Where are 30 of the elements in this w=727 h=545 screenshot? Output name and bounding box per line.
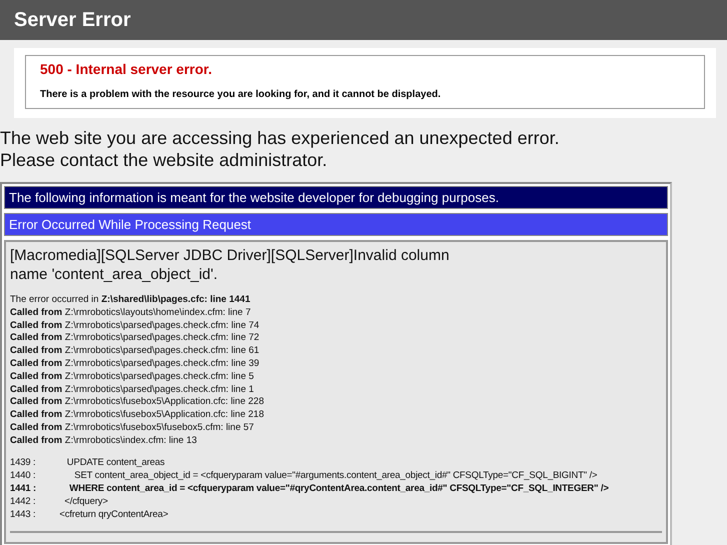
- stack-trace-line: Called from Z:\rmrobotics\parsed\pages.check.cfm: line 72: [10, 332, 260, 346]
- debug-title: Error Occurred While Processing Request: [4, 213, 668, 236]
- stack-trace-line: Called from Z:\rmrobotics\index.cfm: line 13: [10, 434, 198, 448]
- stack-trace-line: Called from Z:\rmrobotics\layouts\home\index.cfm: line 7: [10, 306, 252, 320]
- stack-trace-line: Called from Z:\rmrobotics\fusebox5\Application.cfc: line 218: [10, 409, 265, 422]
- line-number: 1443 :: [10, 508, 37, 521]
- line-number: 1441 :: [10, 482, 38, 495]
- error-message: There is a problem with the resource you are looking for, and it cannot be displayed.: [40, 89, 442, 100]
- stack-trace-line: Called from Z:\rmrobotics\parsed\pages.check.cfm: line 5: [10, 370, 255, 384]
- code-line: </cfquery>: [63, 494, 108, 508]
- stack-trace-line: Called from Z:\rmrobotics\parsed\pages.check.cfm: line 39: [10, 358, 260, 371]
- line-number: 1440 :: [10, 468, 37, 482]
- line-number: 1439 :: [10, 456, 37, 469]
- error-heading: 500 - Internal server error.: [40, 61, 213, 77]
- stack-trace-line: The error occurred in Z:\shared\lib\pages.cfc: line 1441: [10, 294, 252, 307]
- stack-trace-line: Called from Z:\rmrobotics\fusebox5\fusebox5.cfm: line 57: [10, 422, 255, 435]
- debug-notice: The following information is meant for the website developer for debugging purposes.: [4, 186, 668, 209]
- stack-trace-line: Called from Z:\rmrobotics\parsed\pages.check.cfm: line 74: [10, 320, 260, 332]
- code-line: UPDATE content_areas: [66, 456, 165, 469]
- code-line: WHERE content_area_id = <cfqueryparam value="#qryContentArea.content_area_id#" CFSQLType="CF_SQL_INTEGER" />: [68, 482, 609, 495]
- code-line: SET content_area_object_id = <cfqueryparam value="#arguments.content_area_object_id#" CFSQLType="CF_SQL_BIGINT" />: [73, 468, 598, 482]
- code-line: <cfreturn qryContentArea>: [58, 508, 168, 521]
- intro-text: Please contact the website administrator.: [0, 149, 328, 171]
- stack-trace-line: Called from Z:\rmrobotics\parsed\pages.check.cfm: line 1: [10, 384, 255, 396]
- intro-text: The web site you are accessing has experienced an unexpected error.: [0, 127, 560, 149]
- stack-trace-line: Called from Z:\rmrobotics\parsed\pages.check.cfm: line 61: [10, 345, 260, 358]
- page-title: Server Error: [14, 8, 131, 32]
- line-number: 1442 :: [10, 494, 37, 508]
- exception-message: [Macromedia][SQLServer JDBC Driver][SQLServer]Invalid column name 'content_area_object_id'.: [10, 246, 450, 284]
- stack-trace-line: Called from Z:\rmrobotics\fusebox5\Application.cfc: line 228: [10, 396, 265, 410]
